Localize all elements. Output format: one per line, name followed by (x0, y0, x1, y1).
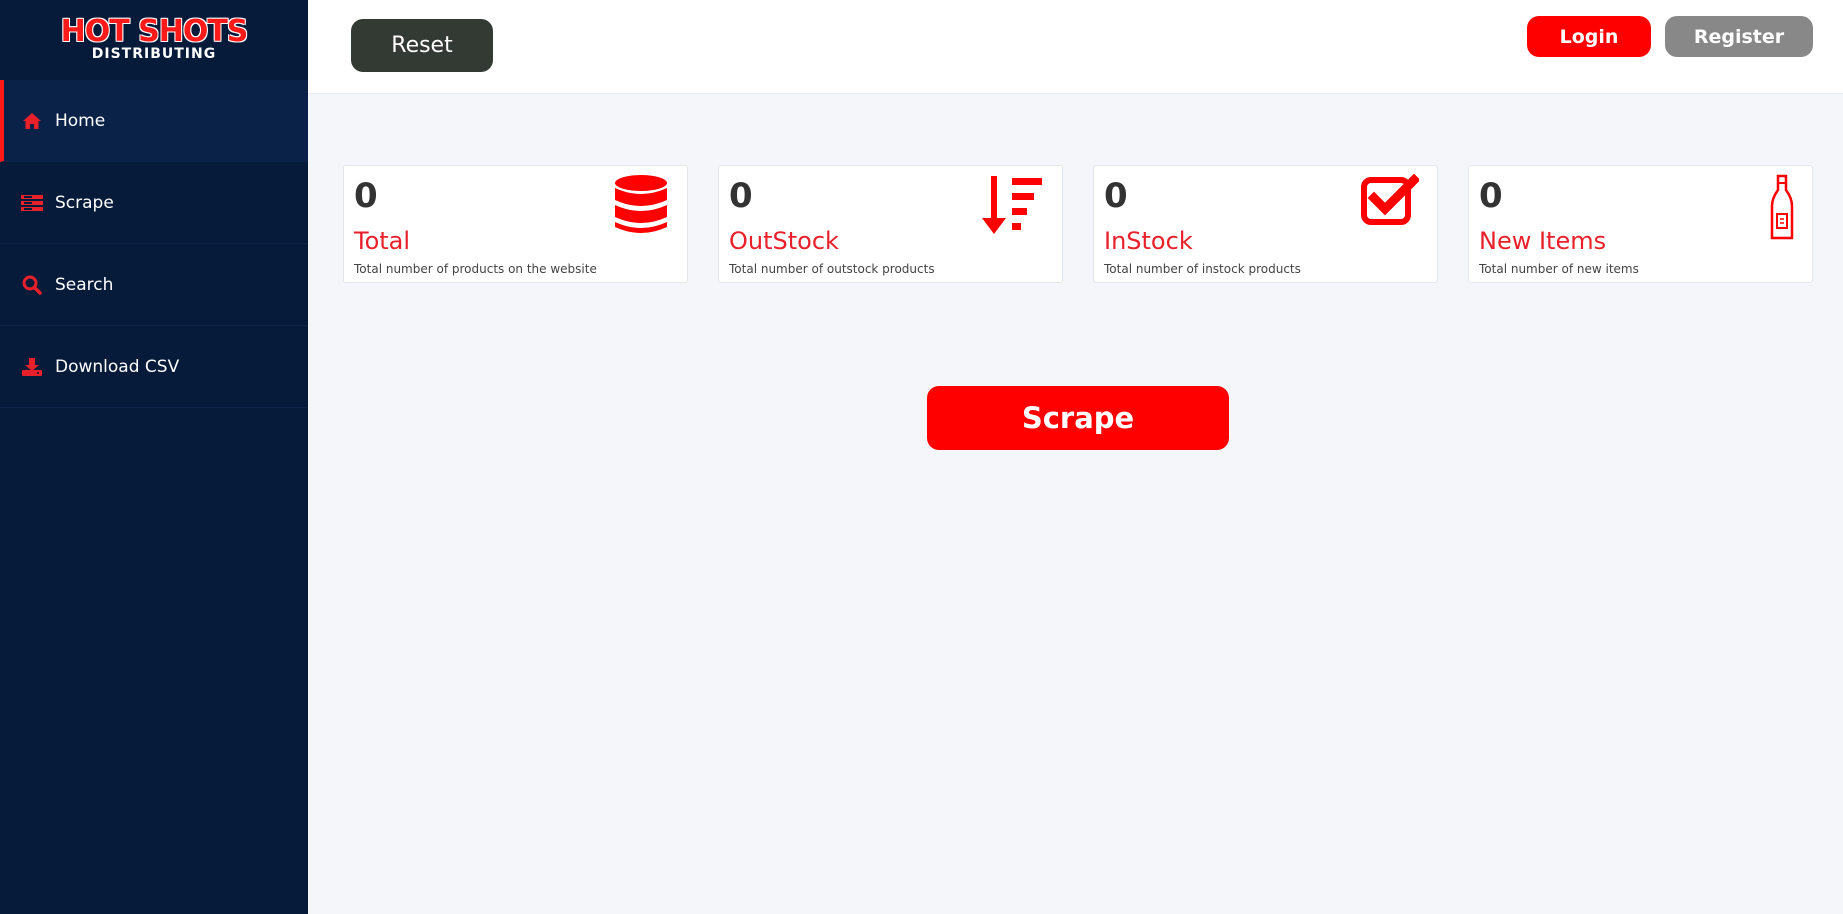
stat-description: Total number of products on the website (354, 262, 597, 276)
sidebar-item-label: Search (55, 274, 114, 295)
sidebar-item-label: Scrape (55, 192, 114, 213)
sidebar-item-label: Home (55, 110, 106, 131)
register-button[interactable]: Register (1665, 16, 1813, 57)
stat-title: New Items (1479, 227, 1607, 255)
sidebar-item-scrape[interactable]: Scrape (0, 162, 308, 244)
sidebar-item-download-csv[interactable]: Download CSV (0, 326, 308, 408)
server-icon (21, 193, 43, 213)
home-icon (21, 111, 43, 131)
stat-title: OutStock (729, 227, 839, 255)
stat-title: InStock (1104, 227, 1193, 255)
logo-title: HOT SHOTS (60, 14, 249, 49)
logo-subtitle: DISTRIBUTING (91, 46, 217, 62)
sidebar: HOT SHOTS DISTRIBUTING Home Scrape Searc… (0, 0, 308, 914)
login-button[interactable]: Login (1527, 16, 1651, 57)
stat-count: 0 (1479, 176, 1503, 216)
check-square-icon (1361, 173, 1421, 230)
stat-card-new-items: 0 New Items Total number of new items (1468, 165, 1813, 283)
stat-title: Total (354, 227, 411, 255)
database-icon (613, 174, 669, 240)
stat-description: Total number of outstock products (729, 262, 935, 276)
stat-count: 0 (1104, 176, 1128, 216)
sidebar-item-search[interactable]: Search (0, 244, 308, 326)
sidebar-item-label: Download CSV (55, 356, 180, 377)
logo[interactable]: HOT SHOTS DISTRIBUTING (0, 0, 308, 80)
stat-description: Total number of instock products (1104, 262, 1301, 276)
bottle-icon (1770, 174, 1794, 246)
download-icon (21, 357, 43, 377)
stat-card-instock: 0 InStock Total number of instock produc… (1093, 165, 1438, 283)
stat-count: 0 (729, 176, 753, 216)
top-bar: Reset Login Register (308, 0, 1843, 94)
search-icon (21, 275, 43, 295)
stat-card-total: 0 Total Total number of products on the … (343, 165, 688, 283)
stat-description: Total number of new items (1479, 262, 1639, 276)
stat-count: 0 (354, 176, 378, 216)
stat-card-outstock: 0 OutStock Total number of outstock prod… (718, 165, 1063, 283)
sidebar-item-home[interactable]: Home (0, 80, 308, 162)
sort-amount-down-icon (982, 174, 1044, 242)
reset-button[interactable]: Reset (351, 19, 493, 72)
scrape-button[interactable]: Scrape (927, 386, 1229, 450)
